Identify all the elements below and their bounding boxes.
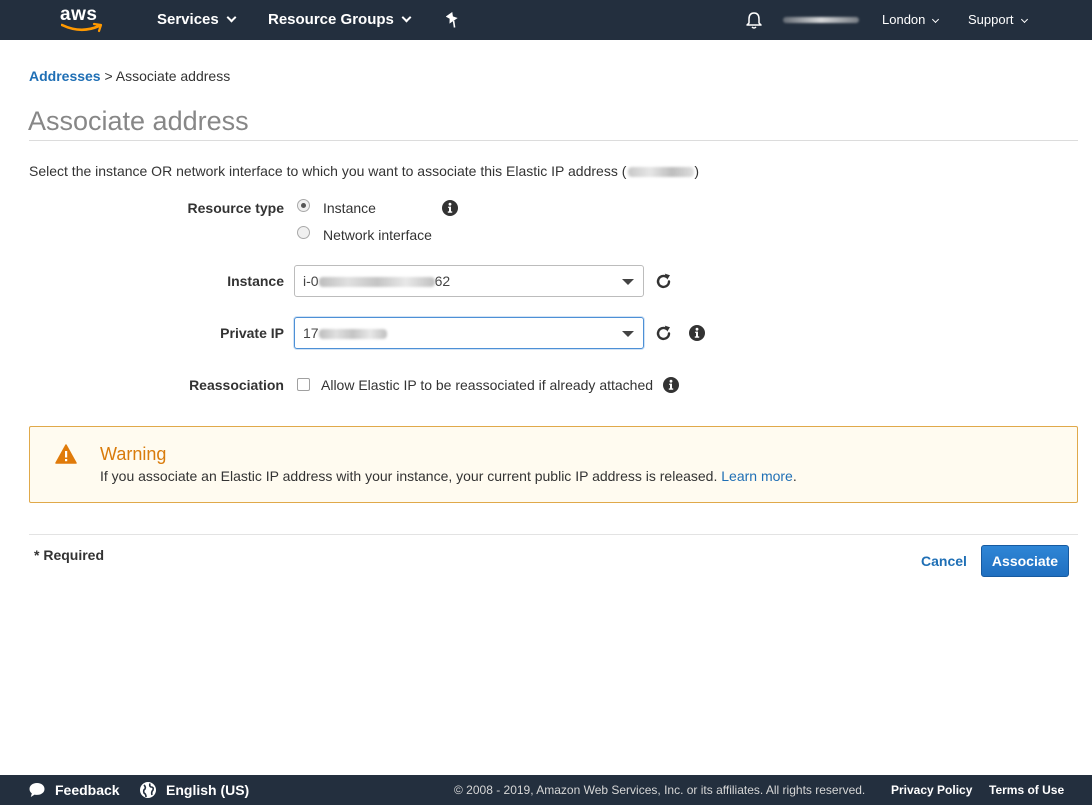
top-navigation-bar: aws Services Resource Groups London Supp… — [0, 0, 1092, 40]
services-label: Services — [157, 11, 219, 28]
warning-alert: Warning If you associate an Elastic IP a… — [29, 426, 1078, 503]
aws-smile-icon — [61, 22, 103, 33]
privacy-policy-link[interactable]: Privacy Policy — [891, 775, 972, 805]
refresh-icon[interactable] — [654, 272, 673, 291]
reassociation-checkbox[interactable] — [297, 378, 310, 391]
services-menu[interactable]: Services — [157, 0, 237, 40]
info-icon[interactable] — [663, 377, 679, 393]
instance-id-suffix: 62 — [434, 273, 451, 289]
private-ip-prefix: 17 — [303, 325, 319, 341]
instance-label: Instance — [227, 273, 284, 289]
caret-down-icon — [622, 331, 634, 337]
terms-of-use-link[interactable]: Terms of Use — [989, 775, 1064, 805]
aws-logo-icon[interactable]: aws — [60, 4, 104, 36]
account-name-redacted[interactable] — [783, 17, 859, 23]
resource-type-instance-radio[interactable] — [297, 199, 310, 212]
intro-sentence: Select the instance OR network interface… — [29, 163, 627, 179]
reassociation-checkbox-label[interactable]: Allow Elastic IP to be reassociated if a… — [321, 377, 653, 393]
associate-button[interactable]: Associate — [981, 545, 1069, 577]
private-ip-select[interactable]: 17 — [294, 317, 644, 349]
copyright-text: © 2008 - 2019, Amazon Web Services, Inc.… — [454, 783, 866, 797]
warning-title: Warning — [100, 444, 167, 464]
pin-icon[interactable] — [446, 12, 460, 28]
globe-icon[interactable] — [139, 781, 157, 799]
resource-type-label: Resource type — [187, 200, 284, 216]
feedback-link[interactable]: Feedback — [55, 775, 120, 805]
caret-down-icon — [622, 279, 634, 285]
chevron-down-icon — [1020, 15, 1028, 24]
info-icon[interactable] — [689, 325, 705, 341]
support-menu[interactable]: Support — [968, 0, 1028, 40]
reassociation-label: Reassociation — [189, 377, 284, 393]
instance-select[interactable]: i-0 62 — [294, 265, 644, 297]
title-divider — [29, 140, 1078, 141]
resource-type-network-interface-label[interactable]: Network interface — [323, 227, 432, 243]
speech-bubble-icon[interactable] — [28, 781, 46, 799]
resource-groups-menu[interactable]: Resource Groups — [268, 0, 412, 40]
warning-message: If you associate an Elastic IP address w… — [100, 468, 797, 484]
footer-divider — [29, 534, 1078, 535]
private-ip-redacted — [318, 329, 387, 340]
breadcrumb-separator: > — [104, 68, 113, 84]
page-title: Associate address — [28, 106, 249, 136]
required-note: * Required — [34, 547, 105, 563]
private-ip-select-value: 17 — [303, 325, 387, 341]
instance-select-value: i-0 62 — [303, 273, 450, 289]
cancel-button[interactable]: Cancel — [914, 546, 974, 576]
bottom-bar: Feedback English (US) © 2008 - 2019, Ama… — [0, 775, 1092, 805]
region-label: London — [882, 12, 926, 27]
chevron-down-icon — [401, 12, 412, 23]
intro-text: Select the instance OR network interface… — [29, 163, 699, 179]
region-menu[interactable]: London — [882, 0, 940, 40]
learn-more-link[interactable]: Learn more — [721, 468, 793, 484]
chevron-down-icon — [226, 12, 237, 23]
breadcrumb: Addresses > Associate address — [29, 68, 230, 84]
elastic-ip-redacted — [628, 167, 695, 178]
warning-triangle-icon — [55, 444, 77, 464]
intro-close-paren: ) — [694, 163, 700, 179]
warning-period: . — [792, 468, 797, 484]
instance-id-redacted — [318, 277, 435, 288]
resource-type-network-interface-radio[interactable] — [297, 226, 310, 239]
language-selector[interactable]: English (US) — [166, 775, 249, 805]
resource-type-instance-label[interactable]: Instance — [323, 200, 376, 216]
breadcrumb-current: Associate address — [115, 68, 231, 84]
warning-text: If you associate an Elastic IP address w… — [100, 468, 718, 484]
instance-id-prefix: i-0 — [303, 273, 319, 289]
chevron-down-icon — [932, 15, 940, 24]
breadcrumb-addresses-link[interactable]: Addresses — [29, 68, 101, 84]
info-icon[interactable] — [442, 200, 458, 216]
private-ip-label: Private IP — [220, 325, 284, 341]
refresh-icon[interactable] — [654, 324, 673, 343]
resource-groups-label: Resource Groups — [268, 11, 394, 28]
support-label: Support — [968, 12, 1014, 27]
bell-icon[interactable] — [745, 11, 763, 30]
